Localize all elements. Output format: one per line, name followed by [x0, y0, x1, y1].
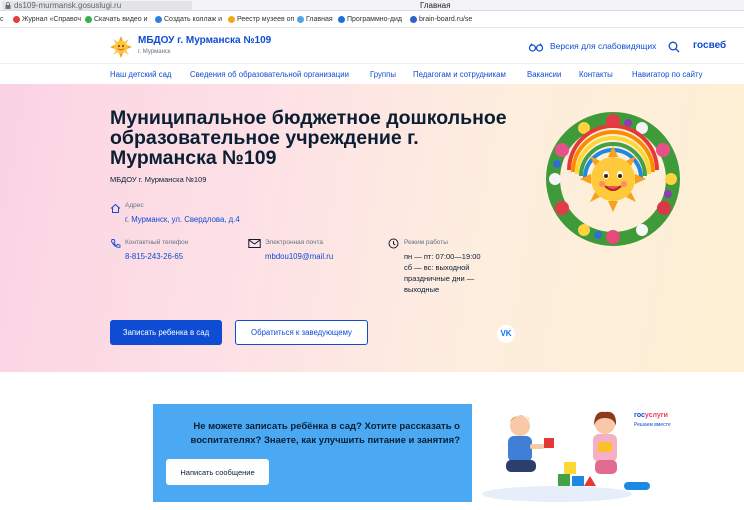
- bookmark-label: Реестр музеев оп: [237, 16, 295, 23]
- bookmark-label: Журнал «Справоч: [22, 16, 82, 23]
- bookmark-0[interactable]: c: [0, 11, 4, 27]
- contact-head-button[interactable]: Обратиться к заведующему: [235, 320, 368, 345]
- hours-label: Режим работы: [404, 239, 448, 246]
- bookmark-favicon: [410, 16, 417, 23]
- nav-item-teachers-staff[interactable]: Педагогам и сотрудникам: [413, 70, 506, 79]
- vk-label: VK: [500, 329, 512, 338]
- bookmark-label: Скачать видео и: [94, 16, 148, 23]
- bookmark-favicon: [13, 16, 20, 23]
- site-name[interactable]: МБДОУ г. Мурманска №109: [138, 35, 271, 46]
- nav-item-vacancies[interactable]: Вакансии: [527, 70, 561, 79]
- bookmark-2[interactable]: Скачать видео и: [85, 11, 148, 27]
- address-label: Адрес: [125, 202, 144, 209]
- address-bar[interactable]: ds109-murmansk.gosuslugi.ru: [2, 1, 192, 10]
- short-name: МБДОУ г. Мурманска №109: [110, 175, 207, 184]
- bookmark-favicon: [338, 16, 345, 23]
- glasses-icon[interactable]: [529, 43, 543, 52]
- gosuslugi-logo-part2: услуги: [644, 412, 668, 419]
- window-title: Главная: [420, 1, 451, 10]
- hours-line: выходные: [404, 285, 440, 294]
- bookmarks-bar: c Журнал «Справоч Скачать видео и Создат…: [0, 11, 744, 28]
- email-value[interactable]: mbdou109@mail.ru: [265, 252, 333, 261]
- write-message-button[interactable]: Написать сообщение: [166, 459, 269, 485]
- clock-icon: [388, 238, 399, 249]
- vk-icon[interactable]: VK: [497, 325, 515, 343]
- bookmark-5[interactable]: Главная: [297, 11, 333, 27]
- bookmark-favicon: [297, 16, 304, 23]
- email-label: Электронная почта: [265, 239, 324, 246]
- vision-impaired-link[interactable]: Версия для слабовидящих: [550, 41, 656, 51]
- bookmark-favicon: [85, 16, 92, 23]
- bookmark-6[interactable]: Программно-дид: [338, 11, 402, 27]
- url-text: ds109-murmansk.gosuslugi.ru: [14, 1, 122, 10]
- search-icon[interactable]: [668, 41, 680, 53]
- address-value[interactable]: г. Мурманск, ул. Свердлова, д.4: [125, 215, 240, 224]
- nav-item-our-kindergarten[interactable]: Наш детский сад: [110, 70, 171, 79]
- gosuslugi-logo[interactable]: госуслуги: [634, 412, 668, 419]
- bookmark-label: Создать коллаж и: [164, 16, 223, 23]
- nav-item-organization-info[interactable]: Сведения об образовательной организации: [190, 70, 349, 79]
- bookmark-7[interactable]: brain-board.ru/se: [410, 11, 473, 27]
- mail-icon: [248, 239, 261, 248]
- bookmark-label: Главная: [306, 16, 333, 23]
- sun-logo-icon[interactable]: [110, 36, 132, 58]
- feedback-banner-text: Не можете записать ребёнка в сад? Хотите…: [190, 421, 460, 446]
- phone-icon: [111, 239, 121, 248]
- hours-line: пн — пт: 07:00—19:00: [404, 252, 481, 261]
- phone-value[interactable]: 8-815-243-26-65: [125, 252, 183, 261]
- nav-item-groups[interactable]: Группы: [370, 70, 396, 79]
- page-title: Муниципальное бюджетное дошкольное образ…: [110, 107, 507, 169]
- main-nav: Наш детский сад Сведения об образователь…: [0, 63, 744, 84]
- bookmark-favicon: [155, 16, 162, 23]
- bookmark-1[interactable]: Журнал «Справоч: [13, 11, 82, 27]
- hours-line: сб — вс: выходной: [404, 263, 470, 272]
- lock-icon: [5, 2, 11, 9]
- home-icon: [110, 203, 121, 213]
- gosweb-logo[interactable]: госвеб: [693, 40, 726, 51]
- bookmark-label: c: [0, 16, 4, 23]
- sun-wreath-illustration: [546, 112, 680, 246]
- enroll-child-button[interactable]: Записать ребенка в сад: [110, 320, 222, 345]
- gosuslugi-logo-part1: гос: [634, 412, 645, 419]
- gosuslugi-tagline: Решаем вместе: [634, 422, 671, 428]
- bookmark-label: brain-board.ru/se: [419, 16, 473, 23]
- bookmark-4[interactable]: Реестр музеев оп: [228, 11, 295, 27]
- bookmark-3[interactable]: Создать коллаж и: [155, 11, 223, 27]
- nav-item-site-navigator[interactable]: Навигатор по сайту: [632, 70, 703, 79]
- site-city: г. Мурманск: [138, 49, 171, 55]
- hours-line: праздничные дни —: [404, 274, 475, 283]
- feedback-banner: [153, 404, 472, 502]
- bookmark-label: Программно-дид: [347, 16, 402, 23]
- browser-toolbar: ds109-murmansk.gosuslugi.ru Главная: [0, 0, 744, 11]
- bookmark-favicon: [228, 16, 235, 23]
- phone-label: Контактный телефон: [125, 239, 189, 246]
- nav-item-contacts[interactable]: Контакты: [579, 70, 613, 79]
